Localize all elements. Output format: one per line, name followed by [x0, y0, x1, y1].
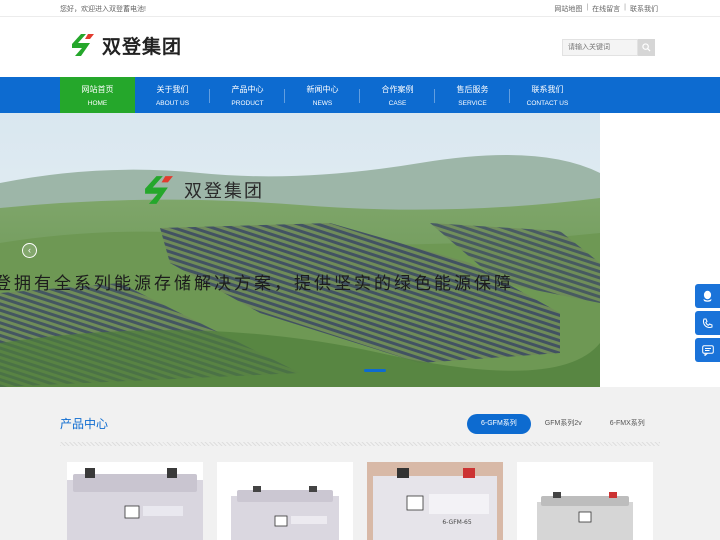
chat-icon	[701, 344, 714, 356]
nav-label: 产品中心	[231, 85, 264, 94]
battery-image	[67, 468, 203, 540]
battery-image: 6-GFM-65	[367, 462, 503, 540]
sitemap-link[interactable]: 网站地图	[554, 4, 582, 14]
welcome-text: 您好，欢迎进入双登蓄电池!	[60, 6, 146, 13]
nav-label: 联系我们	[531, 85, 564, 94]
phone-button[interactable]	[695, 311, 720, 335]
banner-logo-icon	[145, 176, 173, 204]
site-logo[interactable]: 双登集团	[68, 30, 182, 60]
tab-6gfm[interactable]: 6-GFM系列	[467, 414, 531, 434]
battery-model-label: 6-GFM-65	[442, 519, 471, 526]
link-separator: |	[624, 4, 626, 11]
nav-label: 网站首页	[81, 85, 114, 94]
nav-sublabel: CONTACT US	[526, 100, 569, 107]
search-button[interactable]	[638, 39, 655, 56]
nav-sublabel: NEWS	[312, 100, 333, 107]
search-icon	[642, 43, 651, 52]
nav-item-case[interactable]: 合作案例 CASE	[360, 77, 435, 113]
nav-item-service[interactable]: 售后服务 SERVICE	[435, 77, 510, 113]
product-card[interactable]	[517, 462, 653, 540]
nav-label: 售后服务	[456, 85, 489, 94]
tab-gfm-2v[interactable]: GFM系列2v	[531, 414, 596, 434]
product-card[interactable]	[67, 462, 203, 540]
nav-label: 合作案例	[381, 85, 414, 94]
banner-prev-button[interactable]: ‹	[22, 243, 37, 258]
top-links: 网站地图 | 在线留言 | 联系我们	[554, 4, 658, 14]
section-divider	[60, 442, 660, 446]
nav-sublabel: PRODUCT	[231, 100, 264, 107]
nav-sublabel: CASE	[388, 100, 407, 107]
banner-slogan: 登拥有全系列能源存储解决方案，提供坚实的绿色能源保障	[0, 274, 514, 294]
banner-logo-text: 双登集团	[184, 181, 264, 202]
logo-text: 双登集团	[102, 35, 183, 58]
product-section: 产品中心 6-GFM系列 GFM系列2v 6-FMX系列 6-GFM-65	[0, 387, 720, 540]
qq-button[interactable]	[695, 284, 720, 308]
product-card[interactable]	[217, 462, 353, 540]
battery-image	[537, 492, 633, 540]
page: 您好，欢迎进入双登蓄电池! 网站地图 | 在线留言 | 联系我们 双登集团 网站…	[0, 0, 720, 540]
product-tabs: 6-GFM系列 GFM系列2v 6-FMX系列	[467, 414, 659, 434]
banner-logo: 双登集团	[140, 171, 264, 209]
contact-link[interactable]: 联系我们	[630, 4, 658, 14]
banner-landscape-image	[0, 113, 600, 387]
top-bar: 您好，欢迎进入双登蓄电池! 网站地图 | 在线留言 | 联系我们	[0, 0, 720, 17]
banner-pagination-dot[interactable]	[364, 369, 386, 372]
message-button[interactable]	[695, 338, 720, 362]
nav-label: 新闻中心	[306, 85, 339, 94]
link-separator: |	[586, 4, 589, 11]
main-nav: 网站首页 HOME 关于我们 ABOUT US 产品中心 PRODUCT 新闻中心 NE…	[0, 77, 720, 113]
message-link[interactable]: 在线留言	[592, 4, 620, 14]
search-input[interactable]	[562, 39, 638, 56]
logo-mark-icon	[72, 34, 94, 56]
search-box	[562, 39, 655, 56]
tab-6fmx[interactable]: 6-FMX系列	[596, 414, 659, 434]
nav-item-contact[interactable]: 联系我们 CONTACT US	[510, 77, 585, 113]
nav-sublabel: HOME	[87, 100, 108, 107]
nav-item-product[interactable]: 产品中心 PRODUCT	[210, 77, 285, 113]
phone-icon	[702, 318, 713, 328]
nav-label: 关于我们	[156, 85, 189, 94]
battery-image	[231, 486, 339, 540]
section-title: 产品中心	[60, 417, 109, 431]
product-card[interactable]: 6-GFM-65	[367, 462, 503, 540]
nav-sublabel: SERVICE	[458, 100, 487, 107]
nav-item-home[interactable]: 网站首页 HOME	[60, 77, 135, 113]
nav-sublabel: ABOUT US	[155, 100, 190, 107]
nav-item-news[interactable]: 新闻中心 NEWS	[285, 77, 360, 113]
hero-banner: 双登集团 登拥有全系列能源存储解决方案，提供坚实的绿色能源保障 ‹	[0, 113, 600, 387]
nav-item-about[interactable]: 关于我们 ABOUT US	[135, 77, 210, 113]
qq-icon	[703, 290, 712, 302]
